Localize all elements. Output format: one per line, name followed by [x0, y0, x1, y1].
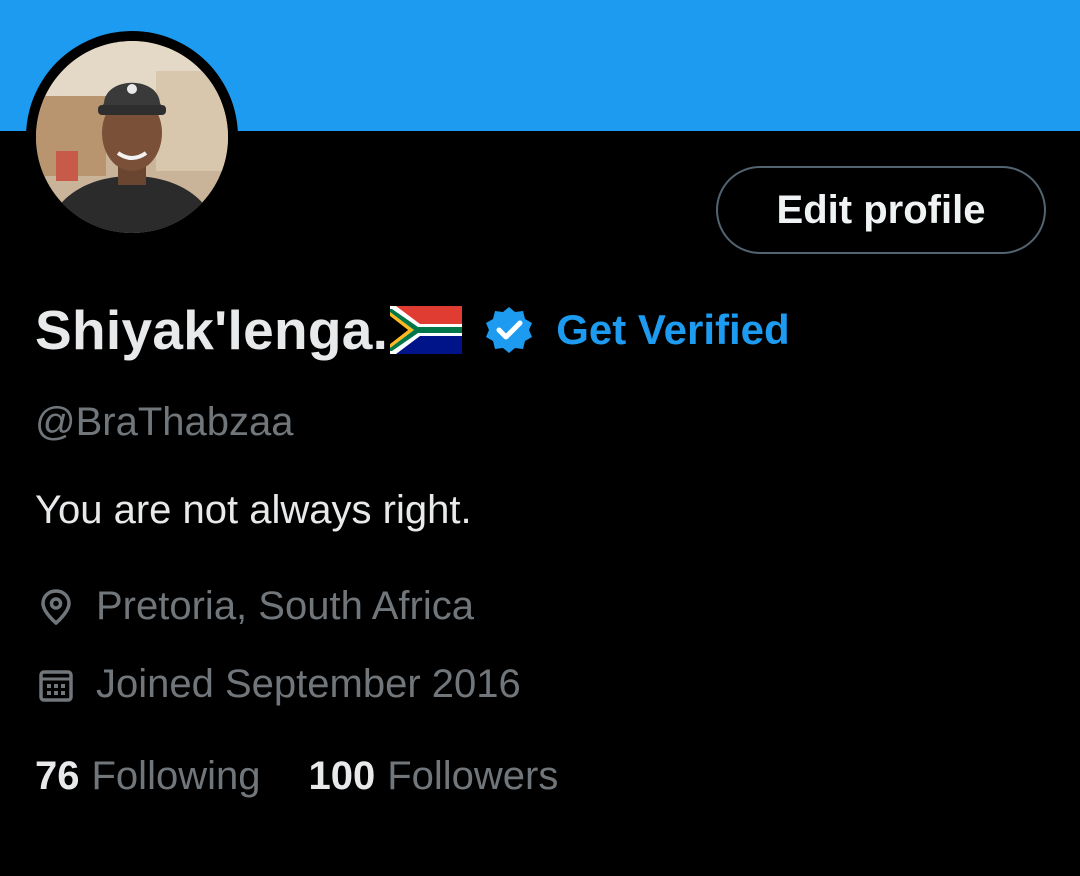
user-handle: @BraThabzaa [35, 400, 294, 444]
avatar[interactable] [26, 31, 238, 243]
followers-stat[interactable]: 100 Followers [308, 754, 558, 799]
profile-page: Edit profile Shiyak'lenga. Get Verified … [0, 0, 1080, 876]
avatar-photo [36, 41, 228, 233]
followers-count: 100 [308, 754, 376, 798]
edit-profile-button[interactable]: Edit profile [716, 166, 1046, 254]
name-row: Shiyak'lenga. Get Verified [35, 290, 790, 370]
following-stat[interactable]: 76 Following [35, 754, 260, 799]
following-count: 76 [35, 754, 80, 798]
verified-badge-icon[interactable] [484, 305, 534, 355]
south-africa-flag-icon [390, 306, 463, 354]
joined-row: Joined September 2016 [36, 662, 521, 707]
location-row: Pretoria, South Africa [36, 584, 474, 629]
joined-text: Joined September 2016 [96, 662, 521, 706]
location-text: Pretoria, South Africa [96, 584, 474, 628]
edit-profile-label: Edit profile [776, 187, 986, 232]
follow-stats: 76 Following 100 Followers [35, 754, 558, 799]
calendar-icon [36, 665, 76, 705]
followers-label: Followers [387, 754, 559, 798]
bio: You are not always right. [35, 488, 472, 532]
location-pin-icon [36, 587, 76, 627]
display-name: Shiyak'lenga. [35, 299, 389, 361]
get-verified-link[interactable]: Get Verified [556, 306, 789, 354]
following-label: Following [91, 754, 261, 798]
